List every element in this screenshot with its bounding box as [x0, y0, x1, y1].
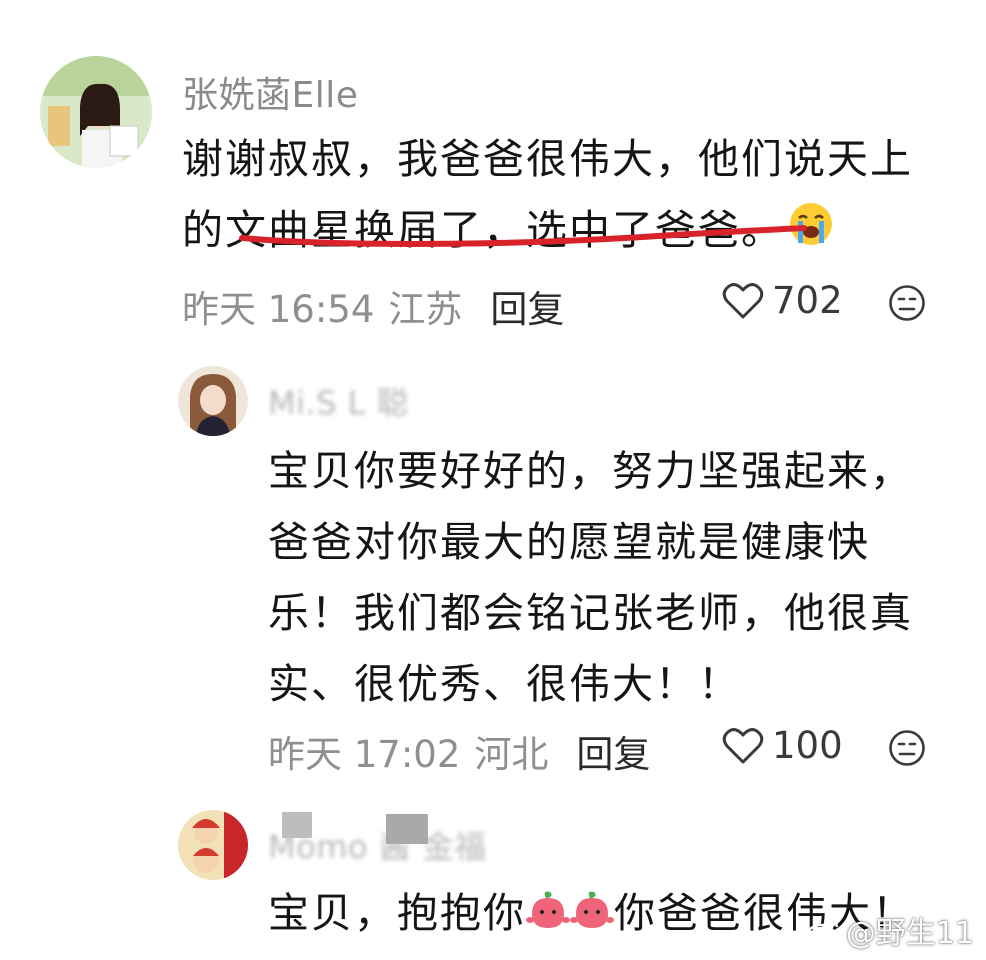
avatar[interactable] [178, 366, 248, 436]
blur-mosaic [282, 812, 312, 838]
avatar[interactable] [178, 810, 248, 880]
like-count: 702 [772, 279, 843, 322]
reply-button[interactable]: 回复 [576, 724, 650, 778]
location: 河北 [474, 733, 549, 776]
dislike-face-icon[interactable] [888, 284, 926, 322]
comment-line: 谢谢叔叔，我爸爸很伟大，他们说天上 [182, 135, 913, 183]
like-button[interactable]: 100 [722, 724, 843, 767]
watermark-text: @野生11 [845, 916, 974, 951]
hugging-peach-emoji-icon [526, 881, 570, 952]
weibo-logo-icon [806, 917, 839, 945]
hugging-peach-emoji-icon [570, 881, 614, 952]
username[interactable]: 张姺菡Elle [182, 66, 358, 118]
timestamp: 昨天 17:02 [268, 733, 461, 776]
timestamp: 昨天 16:54 [182, 288, 375, 331]
comment-line: 实、很优秀、很伟大！！ [268, 660, 741, 708]
reply-button[interactable]: 回复 [490, 279, 564, 333]
watermark: @野生11 [806, 908, 974, 952]
red-underline-annotation [239, 225, 807, 247]
heart-icon [722, 282, 764, 318]
username[interactable]: Mi.S L 聪 [268, 378, 409, 424]
comment-line: 乐！我们都会铭记张老师，他很真 [268, 589, 913, 637]
heart-icon [722, 727, 764, 763]
dislike-face-icon[interactable] [888, 729, 926, 767]
comment-line: 爸爸对你最大的愿望就是健康快 [268, 518, 870, 566]
avatar[interactable] [40, 56, 152, 168]
location: 江苏 [388, 288, 463, 331]
comment-meta: 昨天 16:54 江苏 回复 [182, 279, 564, 333]
like-count: 100 [772, 724, 843, 767]
comment-meta: 昨天 17:02 河北 回复 [268, 724, 650, 778]
comment-text: 宝贝你要好好的，努力坚强起来， 爸爸对你最大的愿望就是健康快 乐！我们都会铭记张… [268, 436, 913, 720]
blur-mosaic [386, 814, 428, 844]
like-button[interactable]: 702 [722, 279, 843, 322]
comment-line: 宝贝你要好好的，努力坚强起来， [268, 447, 913, 495]
